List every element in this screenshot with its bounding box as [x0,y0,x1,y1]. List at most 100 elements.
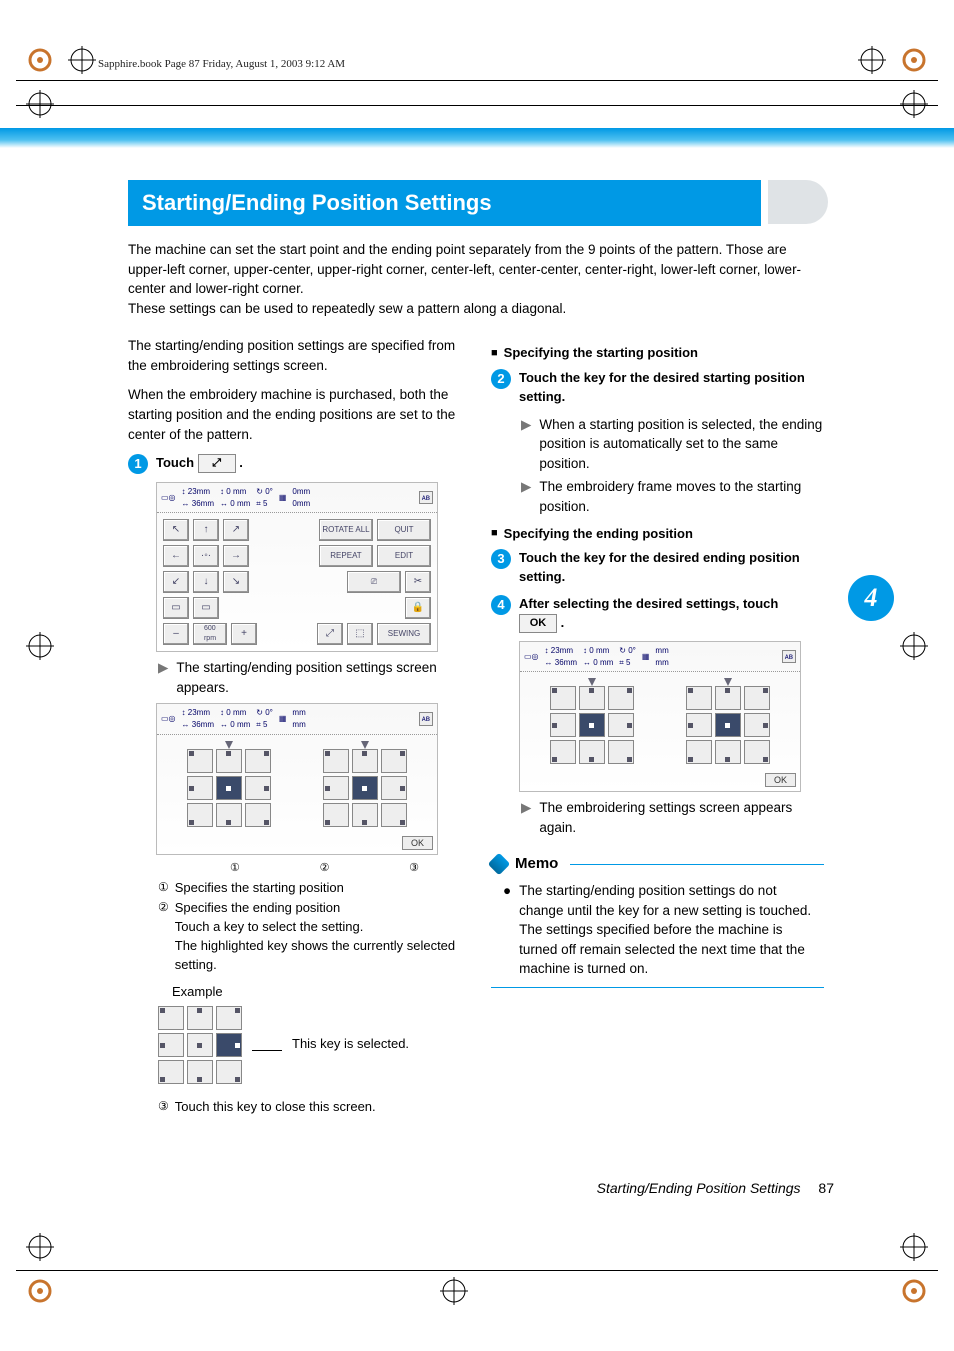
pos-ur[interactable] [381,749,407,773]
arrow-up-left-button[interactable]: ↖ [163,519,189,541]
pos-uc[interactable] [216,749,242,773]
pos-cc[interactable] [715,713,741,737]
pos-lc[interactable] [352,803,378,827]
u: mm [600,658,613,667]
arrow-down-left-button[interactable]: ↙ [163,571,189,593]
pos-ul[interactable] [323,749,349,773]
pos-cc[interactable] [216,776,242,800]
registration-icon [26,1233,54,1261]
crop-mark-icon [26,1277,54,1305]
pos-lr[interactable] [381,803,407,827]
pos-cr[interactable] [744,713,770,737]
pos-ur[interactable] [216,1006,242,1030]
memo-title: Memo [515,853,558,875]
screen-top: ▭◎ ↕ 23mm↔ 36mm ↕ 0 mm↔ 0 mm ↻ 0°⌗ 5 ▦ m… [157,704,437,734]
pos-lr[interactable] [744,740,770,764]
pos-cr[interactable] [381,776,407,800]
center-button[interactable]: ·◦· [193,545,219,567]
pos-uc[interactable] [187,1006,213,1030]
abc-icon[interactable]: ᴀʙ [782,650,796,664]
abc-icon[interactable]: ᴀʙ [419,491,433,505]
speed-display: 600 rpm [193,623,227,645]
sewing-button[interactable]: SEWING [377,623,431,645]
pos-ul[interactable] [158,1006,184,1030]
ok-key[interactable]: OK [519,614,557,633]
pos-uc[interactable] [352,749,378,773]
pos-ll[interactable] [158,1060,184,1084]
thread-button[interactable]: ⎚ [347,571,401,593]
pos-uc[interactable] [579,686,605,710]
pos-ur[interactable] [744,686,770,710]
pos-lc[interactable] [715,740,741,764]
pos-cr[interactable] [608,713,634,737]
circ-2: ② [158,899,169,974]
color-prev-button[interactable]: ▭ [163,597,189,619]
arrow-down-right-button[interactable]: ↘ [223,571,249,593]
pos-cc[interactable] [352,776,378,800]
quit-button[interactable]: QUIT [377,519,431,541]
start-pos-glyph: ▦ [279,713,287,725]
arrow-up-right-button[interactable]: ↗ [223,519,249,541]
pos-lr[interactable] [216,1060,242,1084]
book-header-text: Sapphire.book Page 87 Friday, August 1, … [98,58,345,70]
pos-ul[interactable] [686,686,712,710]
pos-cc[interactable] [579,713,605,737]
rule [16,105,938,106]
pos-lr[interactable] [608,740,634,764]
rotate-all-button[interactable]: ROTATE ALL [319,519,373,541]
callout-1-text: Specifies the starting position [175,879,344,898]
pos-ll[interactable] [686,740,712,764]
edit-button[interactable]: EDIT [377,545,431,567]
frame-icon: ▭◎ [161,492,176,504]
dy: 0 [230,499,234,508]
pos-lc[interactable] [187,1060,213,1084]
pos-cr-selected[interactable] [216,1033,242,1057]
ok-button[interactable]: OK [402,836,433,850]
pos-lc[interactable] [216,803,242,827]
pos-ll[interactable] [187,803,213,827]
color-next-button[interactable]: ▭ [193,597,219,619]
registration-icon [26,90,54,118]
speed-minus-button[interactable]: – [163,623,189,645]
frame-move-button[interactable]: ⬚ [347,623,373,645]
left-p1: The starting/ending position settings ar… [128,336,461,375]
dy: 0 [593,658,597,667]
pos-ll[interactable] [323,803,349,827]
pos-cl[interactable] [550,713,576,737]
position-settings-button[interactable]: ⤢ [317,623,343,645]
pos-ll[interactable] [550,740,576,764]
arrow-right-button[interactable]: → [223,545,249,567]
arrow-down-button[interactable]: ↓ [193,571,219,593]
abc-icon[interactable]: ᴀʙ [419,712,433,726]
pos-lr[interactable] [245,803,271,827]
memo-text: The starting/ending position settings do… [519,881,824,979]
speed-plus-button[interactable]: + [231,623,257,645]
pos-cr[interactable] [245,776,271,800]
pos-cl[interactable] [158,1033,184,1057]
memo-end-rule [491,987,824,988]
arrow-up-button[interactable]: ↑ [193,519,219,541]
pos-ur[interactable] [608,686,634,710]
pos-lc[interactable] [579,740,605,764]
decorative-bar [0,128,954,148]
pos-cl[interactable] [323,776,349,800]
repeat-button[interactable]: REPEAT [319,545,373,567]
position-key-icon[interactable]: ⤢ [198,454,236,473]
ok-button[interactable]: OK [765,773,796,787]
pos-cl[interactable] [187,776,213,800]
pos-cl[interactable] [686,713,712,737]
subhead-end-text: Specifying the ending position [504,525,693,544]
pos-cc[interactable] [187,1033,213,1057]
pos-uc[interactable] [715,686,741,710]
intro-p1: The machine can set the start point and … [128,240,828,299]
pos-ul[interactable] [187,749,213,773]
pos-ur[interactable] [245,749,271,773]
u: mm [655,646,668,655]
section-title: Starting/Ending Position Settings [128,180,761,226]
dy: 0 [230,720,234,729]
arrow-left-button[interactable]: ← [163,545,189,567]
lock-button[interactable]: 🔒 [405,597,431,619]
start-grid-wrap [550,678,634,764]
lamp-button[interactable]: ✂ [405,571,431,593]
pos-ul[interactable] [550,686,576,710]
